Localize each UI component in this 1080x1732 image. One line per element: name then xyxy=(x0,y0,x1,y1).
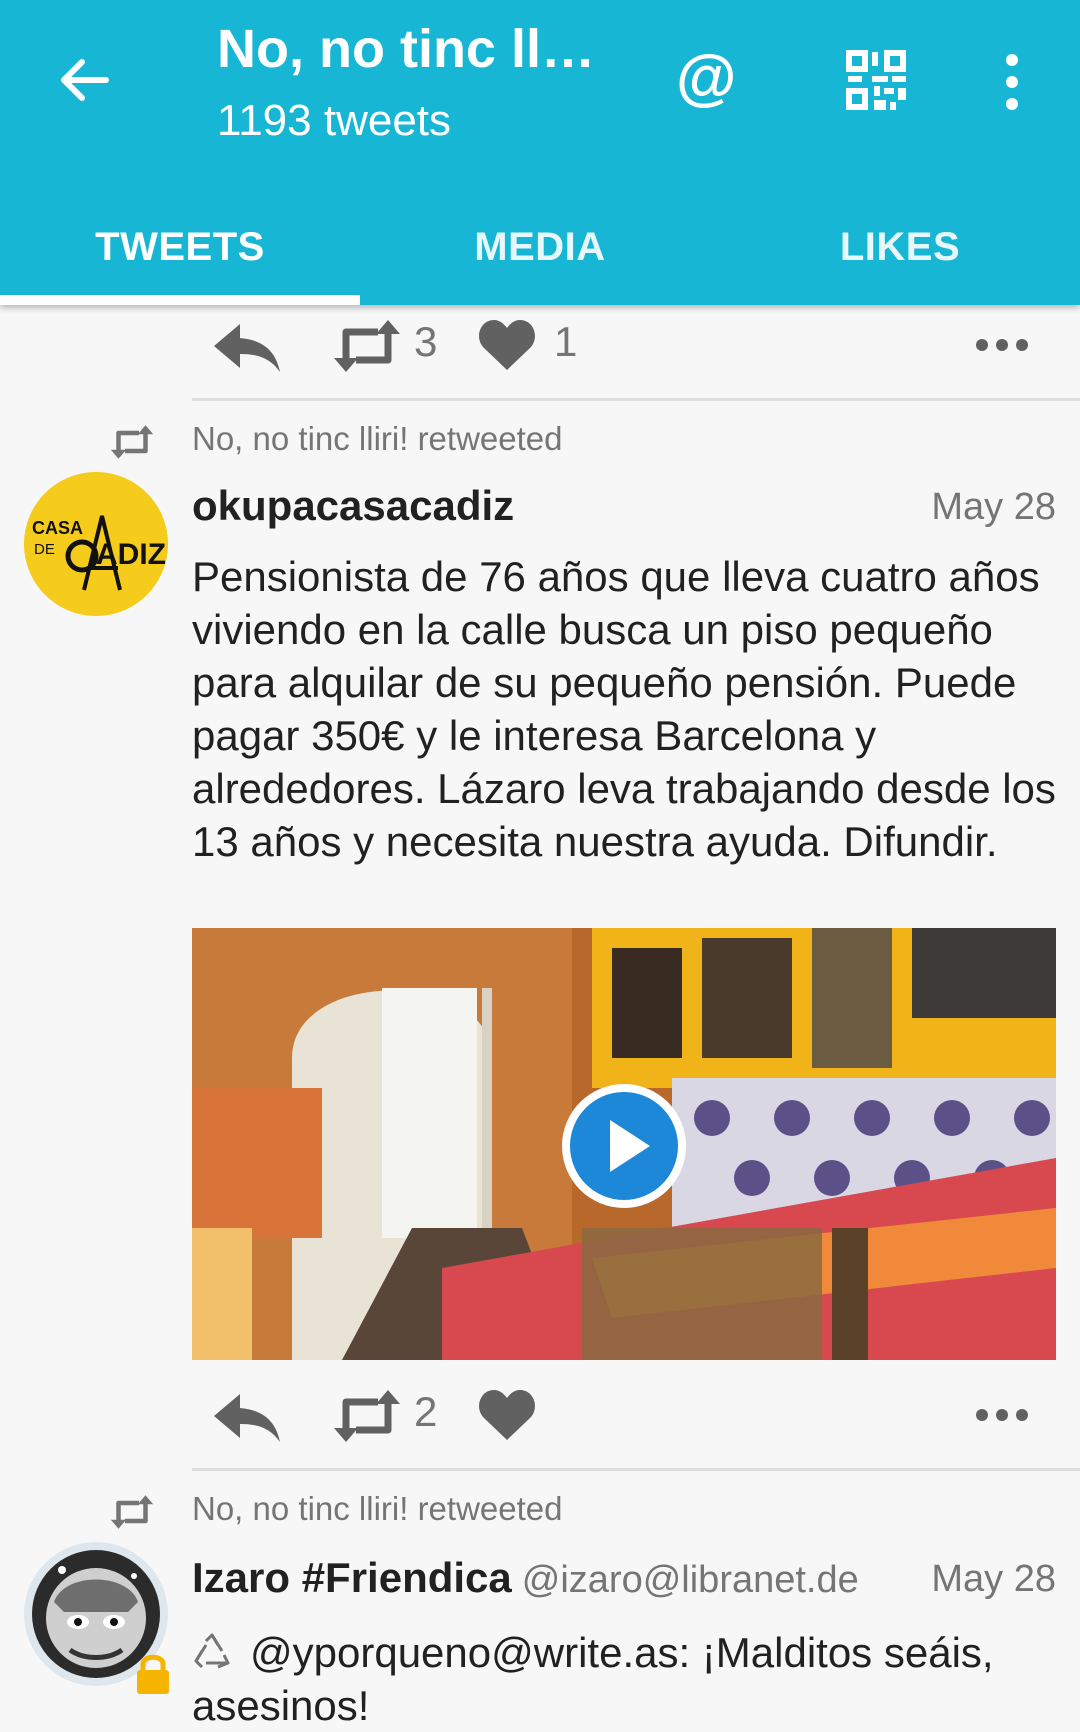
retweet-count: 2 xyxy=(414,1388,438,1435)
retweet-count: 3 xyxy=(414,318,438,365)
tweet-author[interactable]: Izaro #Friendica @izaro@libranet.de xyxy=(192,1554,859,1602)
like-icon[interactable] xyxy=(478,1388,536,1444)
retweet-icon[interactable] xyxy=(332,1388,402,1444)
arrow-back-icon[interactable] xyxy=(52,48,116,112)
avatar[interactable]: CASA DE ADIZ xyxy=(24,472,168,616)
qr-code-icon[interactable] xyxy=(844,48,908,112)
page-title: No, no tinc ll… xyxy=(217,19,595,79)
mention-button[interactable]: @ xyxy=(676,42,736,113)
casa-de-cadiz-logo: CASA DE ADIZ xyxy=(24,472,168,616)
svg-text:DE: DE xyxy=(34,541,55,558)
tweet-date: May 28 xyxy=(931,1558,1056,1600)
app-bar: No, no tinc ll… 1193 tweets @ TWEETS MED… xyxy=(0,0,1080,305)
retweeted-by-row: No, no tinc lliri! retweeted xyxy=(0,1484,1080,1534)
retweeted-by-label: No, no tinc lliri! retweeted xyxy=(192,420,563,457)
svg-text:CASA: CASA xyxy=(32,518,83,538)
like-icon[interactable] xyxy=(478,318,536,374)
reply-icon[interactable] xyxy=(210,318,282,374)
author-name: Izaro #Friendica xyxy=(192,1554,512,1601)
tweet-actions: 2 xyxy=(0,1370,1080,1460)
retweeted-by-row: No, no tinc lliri! retweeted xyxy=(0,414,1080,464)
tweet-date: May 28 xyxy=(931,486,1056,528)
tweet-text: Pensionista de 76 años que lleva cuatro … xyxy=(192,553,1056,865)
tab-tweets[interactable]: TWEETS xyxy=(0,190,360,305)
retweet-icon[interactable] xyxy=(332,318,402,374)
tweet-text: @yporqueno@write.as: ¡Malditos seáis, as… xyxy=(192,1629,994,1729)
tweet-author[interactable]: okupacasacadiz xyxy=(192,482,514,530)
divider xyxy=(192,398,1080,401)
retweeted-by-label: No, no tinc lliri! retweeted xyxy=(192,1490,563,1527)
more-vert-icon[interactable] xyxy=(992,52,1032,112)
lock-icon xyxy=(137,1654,169,1694)
tweet-actions-previous: 3 1 xyxy=(0,300,1080,390)
tab-media[interactable]: MEDIA xyxy=(360,190,720,305)
tweet-text-row: @yporqueno@write.as: ¡Malditos seáis, as… xyxy=(192,1626,1062,1732)
active-tab-indicator xyxy=(0,295,360,305)
reply-icon[interactable] xyxy=(210,1388,282,1444)
tab-likes[interactable]: LIKES xyxy=(720,190,1080,305)
author-name: okupacasacadiz xyxy=(192,482,515,529)
retweet-icon xyxy=(110,1495,154,1529)
author-handle: @izaro@libranet.de xyxy=(521,1559,859,1601)
play-button-icon[interactable] xyxy=(558,1080,690,1212)
retweet-icon xyxy=(110,425,154,459)
recycle-icon xyxy=(194,1633,230,1669)
more-horiz-icon[interactable] xyxy=(976,1400,1028,1430)
tab-bar: TWEETS MEDIA LIKES xyxy=(0,190,1080,305)
tweet-count: 1193 tweets xyxy=(217,96,452,145)
more-horiz-icon[interactable] xyxy=(976,330,1028,360)
tweet-video-thumbnail[interactable] xyxy=(192,928,1056,1360)
like-count: 1 xyxy=(554,318,578,365)
divider xyxy=(192,1468,1080,1471)
